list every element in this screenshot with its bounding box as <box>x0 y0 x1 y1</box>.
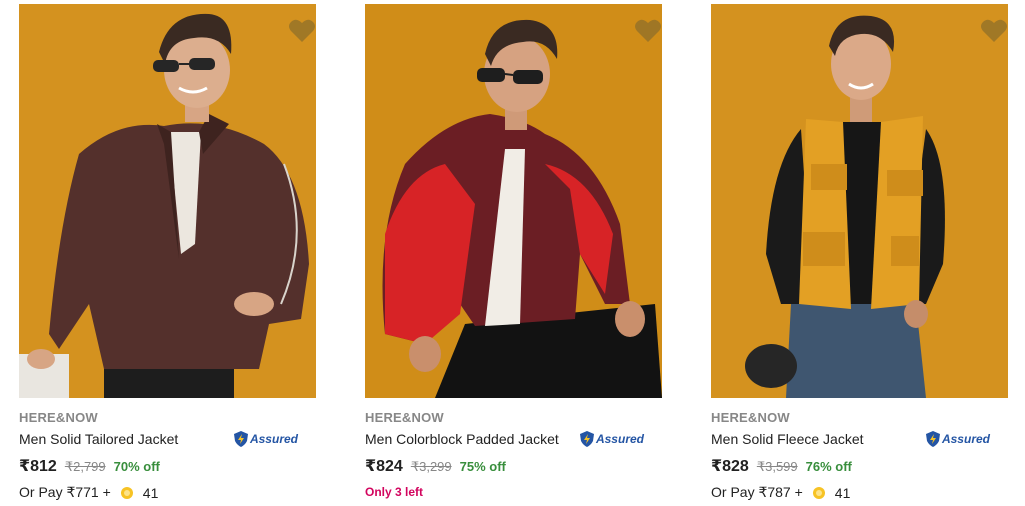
selling-price: ₹824 <box>365 458 403 475</box>
brand-name: HERE&NOW <box>365 410 444 425</box>
brand-name: HERE&NOW <box>19 410 98 425</box>
brand-name: HERE&NOW <box>711 410 790 425</box>
product-title[interactable]: Men Colorblock Padded Jacket <box>365 431 559 447</box>
heart-icon[interactable] <box>288 18 316 44</box>
assured-label: Assured <box>595 432 644 446</box>
product-photo <box>711 4 1008 398</box>
product-title[interactable]: Men Solid Fleece Jacket <box>711 431 864 447</box>
discount-label: 75% off <box>459 459 506 474</box>
discount-label: 70% off <box>113 459 160 474</box>
original-price: ₹2,799 <box>64 459 106 474</box>
supercoin-icon <box>812 486 825 499</box>
product-card[interactable]: HERE&NOW Men Solid Tailored Jacket Assur… <box>19 4 316 504</box>
assured-label: Assured <box>249 432 298 446</box>
original-price: ₹3,599 <box>756 459 798 474</box>
assured-badge: Assured <box>233 430 298 448</box>
coin-count: 41 <box>142 484 159 501</box>
supercoin-icon <box>120 486 133 499</box>
product-image[interactable] <box>365 4 662 398</box>
heart-icon[interactable] <box>980 18 1008 44</box>
assured-badge: Assured <box>925 430 990 448</box>
assured-label: Assured <box>941 432 990 446</box>
product-image[interactable] <box>711 4 1008 398</box>
pay-with-coins-text: Or Pay ₹771 + <box>19 484 111 500</box>
product-card[interactable]: HERE&NOW Men Colorblock Padded Jacket As… <box>365 4 662 504</box>
selling-price: ₹812 <box>19 458 57 475</box>
price-row: ₹828 ₹3,599 76% off <box>711 456 852 476</box>
discount-label: 76% off <box>805 459 852 474</box>
price-row: ₹812 ₹2,799 70% off <box>19 456 160 476</box>
pay-with-coins-text: Or Pay ₹787 + <box>711 484 803 500</box>
original-price: ₹3,299 <box>410 459 452 474</box>
heart-icon[interactable] <box>634 18 662 44</box>
product-image[interactable] <box>19 4 316 398</box>
price-row: ₹824 ₹3,299 75% off <box>365 456 506 476</box>
selling-price: ₹828 <box>711 458 749 475</box>
supercoin-offer: Or Pay ₹787 + 41 <box>711 484 850 501</box>
stock-warning: Only 3 left <box>365 485 424 499</box>
assured-badge: Assured <box>579 430 644 448</box>
supercoin-offer: Or Pay ₹771 + 41 <box>19 484 158 501</box>
assured-shield-icon <box>925 431 940 447</box>
coin-count: 41 <box>834 484 851 501</box>
assured-shield-icon <box>233 431 248 447</box>
product-photo <box>365 4 662 398</box>
product-title[interactable]: Men Solid Tailored Jacket <box>19 431 178 447</box>
product-photo <box>19 4 316 398</box>
product-card[interactable]: HERE&NOW Men Solid Fleece Jacket Assured… <box>711 4 1008 504</box>
assured-shield-icon <box>579 431 594 447</box>
